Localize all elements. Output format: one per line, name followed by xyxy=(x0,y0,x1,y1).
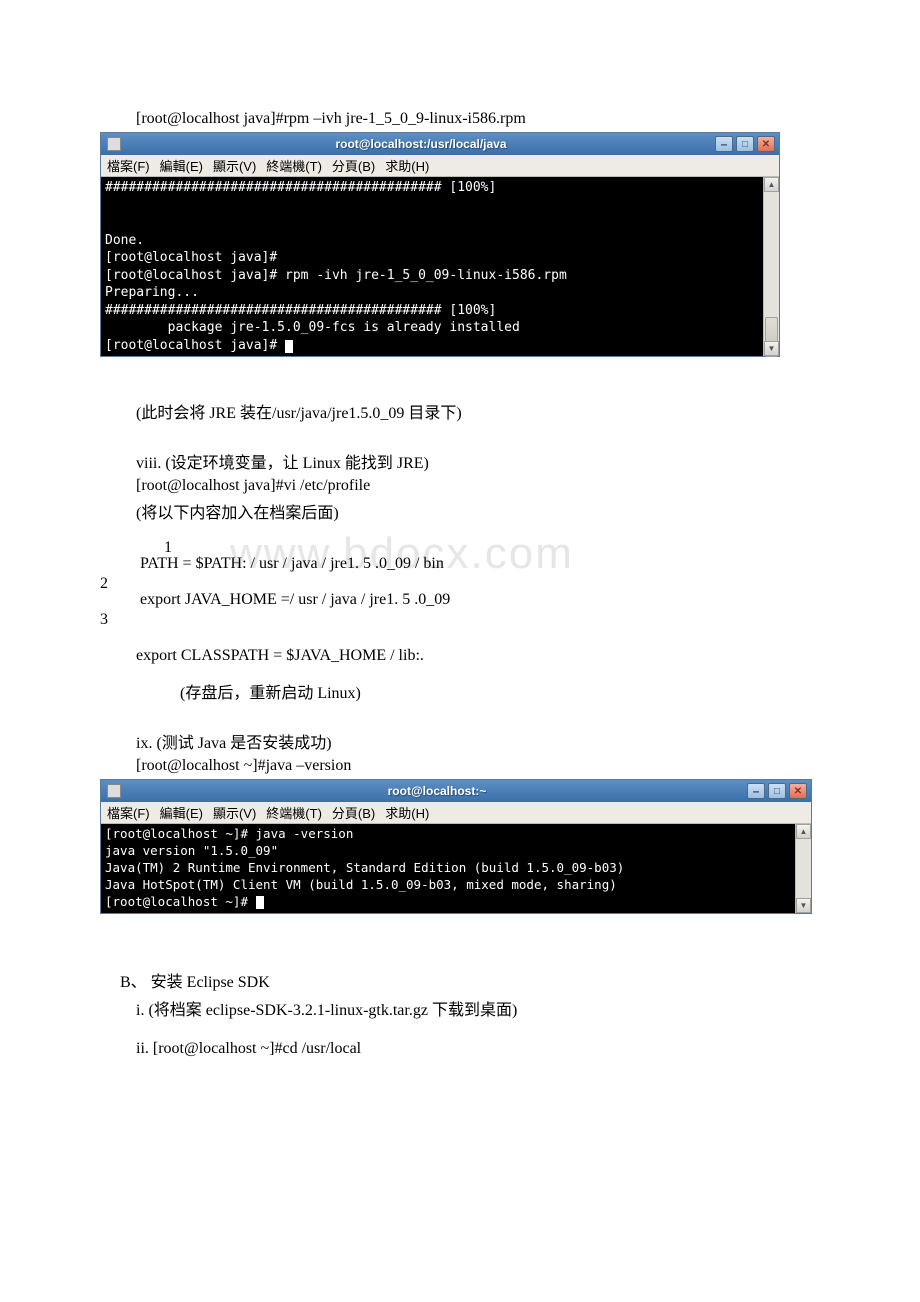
menu-edit[interactable]: 編輯(E) xyxy=(160,803,203,822)
maximize-button[interactable] xyxy=(768,783,786,799)
code-line-javahome: export JAVA_HOME =/ usr / java / jre1. 5… xyxy=(140,591,820,629)
close-button[interactable] xyxy=(789,783,807,799)
menu-view[interactable]: 顯示(V) xyxy=(213,156,256,175)
minimize-button[interactable] xyxy=(747,783,765,799)
save-reboot-note: (存盘后，重新启动 Linux) xyxy=(180,679,820,703)
minimize-button[interactable] xyxy=(715,136,733,152)
window-controls xyxy=(715,136,775,152)
menu-view[interactable]: 顯示(V) xyxy=(213,803,256,822)
menu-terminal[interactable]: 終端機(T) xyxy=(266,803,322,822)
maximize-button[interactable] xyxy=(736,136,754,152)
step-b-ii: ii. [root@localhost ~]#cd /usr/local xyxy=(136,1040,820,1058)
scroll-up-button[interactable] xyxy=(764,177,779,192)
terminal-window-2: root@localhost:~ 檔案(F) 編輯(E) 顯示(V) 終端機(T… xyxy=(100,779,812,913)
jre-install-note: (此时会将 JRE 装在/usr/java/jre1.5.0_09 目录下) xyxy=(136,399,820,423)
terminal-output[interactable]: [root@localhost ~]# java -version java v… xyxy=(101,824,795,912)
menu-tabs[interactable]: 分頁(B) xyxy=(332,803,375,822)
code-line-path: PATH = $PATH: / usr / java / jre1. 5 .0_… xyxy=(140,555,820,593)
window-controls xyxy=(747,783,807,799)
close-button[interactable] xyxy=(757,136,775,152)
menu-help[interactable]: 求助(H) xyxy=(385,803,429,822)
scroll-down-button[interactable] xyxy=(796,898,811,913)
terminal-titlebar[interactable]: root@localhost:/usr/local/java xyxy=(101,133,779,155)
terminal-menubar: 檔案(F) 編輯(E) 顯示(V) 終端機(T) 分頁(B) 求助(H) xyxy=(101,802,811,824)
terminal-output[interactable]: ########################################… xyxy=(101,177,763,356)
terminal-title: root@localhost:/usr/local/java xyxy=(127,137,715,151)
menu-edit[interactable]: 編輯(E) xyxy=(160,156,203,175)
menu-file[interactable]: 檔案(F) xyxy=(107,803,150,822)
code-num-3: 3 xyxy=(100,611,104,629)
terminal-title: root@localhost:~ xyxy=(127,784,747,798)
scrollbar[interactable] xyxy=(763,177,779,356)
cursor xyxy=(256,896,264,909)
scroll-up-button[interactable] xyxy=(796,824,811,839)
menu-file[interactable]: 檔案(F) xyxy=(107,156,150,175)
terminal-menubar: 檔案(F) 編輯(E) 顯示(V) 終端機(T) 分頁(B) 求助(H) xyxy=(101,155,779,177)
menu-terminal[interactable]: 終端機(T) xyxy=(266,156,322,175)
cmd-vi-profile: [root@localhost java]#vi /etc/profile xyxy=(136,477,820,495)
step-ix-title: ix. (测试 Java 是否安装成功) xyxy=(136,729,820,753)
terminal-icon xyxy=(107,137,121,151)
step-b-i: i. (将档案 eclipse-SDK-3.2.1-linux-gtk.tar.… xyxy=(136,996,820,1020)
step-viii-note: (将以下内容加入在档案后面) xyxy=(136,499,820,523)
scroll-down-button[interactable] xyxy=(764,341,779,356)
terminal-titlebar[interactable]: root@localhost:~ xyxy=(101,780,811,802)
step-viii-title: viii. (设定环境变量，让 Linux 能找到 JRE) xyxy=(136,449,820,473)
cmd-java-version: [root@localhost ~]#java –version xyxy=(136,757,820,775)
terminal-icon xyxy=(107,784,121,798)
code-num-2: 2 xyxy=(100,575,104,593)
cmd-rpm-install: [root@localhost java]#rpm –ivh jre-1_5_0… xyxy=(136,110,820,128)
section-b-title: B、 安装 Eclipse SDK xyxy=(120,968,820,992)
terminal-window-1: root@localhost:/usr/local/java 檔案(F) 編輯(… xyxy=(100,132,780,357)
menu-help[interactable]: 求助(H) xyxy=(385,156,429,175)
code-line-classpath: export CLASSPATH = $JAVA_HOME / lib:. xyxy=(136,647,820,665)
scrollbar[interactable] xyxy=(795,824,811,912)
menu-tabs[interactable]: 分頁(B) xyxy=(332,156,375,175)
cursor xyxy=(285,340,293,353)
